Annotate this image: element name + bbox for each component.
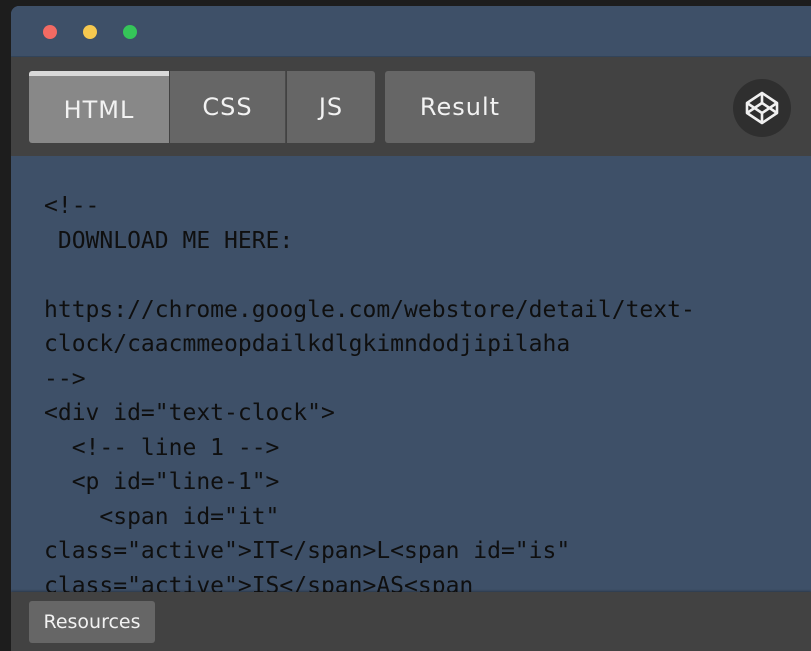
code-line: https://chrome.google.com/webstore/detai… xyxy=(44,296,695,323)
title-bar xyxy=(11,6,811,57)
code-line: <span id="it" xyxy=(44,503,280,530)
code-line: <div id="text-clock"> xyxy=(44,400,335,426)
tab-css[interactable]: CSS xyxy=(170,71,286,143)
code-line: clock/caacmmeopdailkdlgkimndodjipilaha xyxy=(44,331,571,357)
code-line: <!-- line 1 --> xyxy=(44,434,280,461)
code-line: DOWNLOAD ME HERE: xyxy=(44,227,294,254)
footer-bar: Resources xyxy=(11,592,811,651)
code-line: class="active">IT</span>L<span id="is" xyxy=(44,538,571,564)
close-window-button[interactable] xyxy=(43,25,57,39)
code-line: <p id="line-1"> xyxy=(44,469,280,495)
code-text: <!-- DOWNLOAD ME HERE: https://chrome.go… xyxy=(44,189,695,592)
tab-html[interactable]: HTML xyxy=(29,71,169,143)
html-code-editor[interactable]: <!-- DOWNLOAD ME HERE: https://chrome.go… xyxy=(11,156,811,592)
codepen-embed-window: HTML CSS JS Result <!-- DOWNLOAD ME HERE… xyxy=(11,6,811,651)
tab-result[interactable]: Result xyxy=(385,71,535,143)
code-line: class="active">IS</span>AS<span xyxy=(44,572,474,593)
zoom-window-button[interactable] xyxy=(123,25,137,39)
resources-button[interactable]: Resources xyxy=(29,601,155,643)
code-line: <!-- xyxy=(44,193,100,219)
editor-tab-bar: HTML CSS JS Result xyxy=(11,57,811,156)
minimize-window-button[interactable] xyxy=(83,25,97,39)
codepen-logo-button[interactable] xyxy=(733,79,791,137)
code-line: --> xyxy=(44,365,86,392)
codepen-cube-icon xyxy=(745,91,779,125)
tab-js[interactable]: JS xyxy=(287,71,375,143)
